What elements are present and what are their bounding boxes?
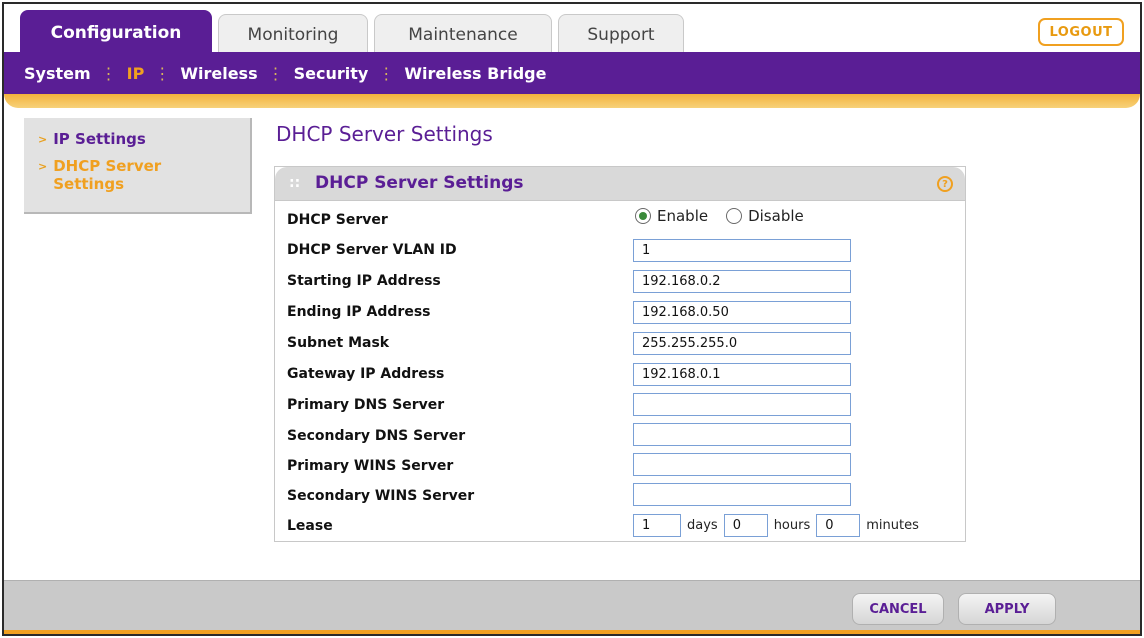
dhcp-settings-panel: :: DHCP Server Settings ? DHCP Server En… — [274, 166, 966, 542]
subnav-item-ip[interactable]: IP — [127, 64, 145, 83]
lease-hours-field[interactable] — [723, 514, 768, 537]
subnav-separator: ⋮ — [378, 63, 395, 83]
ending-ip-label: Ending IP Address — [287, 304, 431, 320]
starting-ip-field[interactable] — [633, 270, 851, 293]
tab-monitoring[interactable]: Monitoring — [218, 14, 368, 54]
lease-days-field[interactable] — [633, 514, 681, 537]
tab-configuration[interactable]: Configuration — [20, 10, 212, 54]
footer-accent-band — [4, 630, 1140, 634]
secondary-dns-label: Secondary DNS Server — [287, 428, 466, 444]
subnav-separator: ⋮ — [100, 63, 117, 83]
gateway-ip-label: Gateway IP Address — [287, 366, 445, 382]
panel-header: :: DHCP Server Settings ? — [275, 167, 965, 201]
grip-icon: :: — [289, 175, 301, 191]
cancel-button[interactable]: CANCEL — [852, 593, 944, 625]
subnet-mask-field[interactable] — [633, 332, 851, 355]
subnav-item-wireless-bridge[interactable]: Wireless Bridge — [404, 64, 546, 83]
help-icon[interactable]: ? — [937, 176, 953, 192]
sidebar-item-label: IP Settings — [53, 130, 146, 148]
starting-ip-label: Starting IP Address — [287, 273, 441, 289]
sidebar-item-ip-settings[interactable]: > IP Settings — [38, 130, 250, 149]
sidebar-item-label: DHCP Server Settings — [53, 157, 162, 193]
subnav-item-wireless[interactable]: Wireless — [180, 64, 257, 83]
secondary-wins-label: Secondary WINS Server — [287, 488, 475, 504]
sidebar-item-dhcp-server-settings[interactable]: > DHCP Server Settings — [38, 157, 250, 193]
gateway-ip-field[interactable] — [633, 363, 851, 386]
router-admin-window: Configuration Monitoring Maintenance Sup… — [2, 2, 1142, 636]
subnet-mask-label: Subnet Mask — [287, 335, 390, 351]
dhcp-server-radio-group: Enable Disable — [635, 207, 822, 225]
lease-inputs: days hours minutes — [633, 514, 925, 537]
panel-title: DHCP Server Settings — [315, 173, 524, 193]
tab-support[interactable]: Support — [558, 14, 684, 54]
primary-wins-field[interactable] — [633, 453, 851, 476]
subnav-item-system[interactable]: System — [24, 64, 91, 83]
primary-wins-label: Primary WINS Server — [287, 458, 454, 474]
lease-hours-unit: hours — [773, 518, 811, 533]
lease-minutes-unit: minutes — [866, 518, 919, 533]
enable-radio[interactable] — [635, 208, 651, 224]
lease-minutes-field[interactable] — [816, 514, 861, 537]
header-accent-band — [4, 94, 1140, 108]
chevron-right-icon: > — [38, 160, 48, 173]
disable-radio[interactable] — [726, 208, 743, 224]
radio-selected-dot — [639, 212, 647, 220]
lease-label: Lease — [287, 518, 333, 534]
lease-days-unit: days — [687, 518, 718, 533]
dhcp-server-label: DHCP Server — [287, 212, 388, 228]
action-bar: CANCEL APPLY — [4, 580, 1140, 634]
logout-button[interactable]: LOGOUT — [1038, 18, 1124, 46]
tab-maintenance[interactable]: Maintenance — [374, 14, 552, 54]
ending-ip-field[interactable] — [633, 301, 851, 324]
top-tab-bar: Configuration Monitoring Maintenance Sup… — [4, 4, 1140, 54]
apply-button[interactable]: APPLY — [958, 593, 1056, 625]
page-title: DHCP Server Settings — [276, 122, 493, 146]
sidebar: > IP Settings > DHCP Server Settings — [24, 118, 252, 214]
subnav-separator: ⋮ — [154, 63, 171, 83]
primary-dns-label: Primary DNS Server — [287, 397, 445, 413]
vlan-id-field[interactable] — [633, 239, 851, 262]
disable-radio-label: Disable — [748, 207, 804, 225]
subnav-separator: ⋮ — [267, 63, 284, 83]
secondary-wins-field[interactable] — [633, 483, 851, 506]
subnav-item-security[interactable]: Security — [294, 64, 369, 83]
secondary-dns-field[interactable] — [633, 423, 851, 446]
chevron-right-icon: > — [38, 133, 48, 146]
vlan-id-label: DHCP Server VLAN ID — [287, 242, 457, 258]
sub-navigation: System ⋮ IP ⋮ Wireless ⋮ Security ⋮ Wire… — [4, 52, 1140, 94]
enable-radio-label: Enable — [657, 207, 709, 225]
primary-dns-field[interactable] — [633, 393, 851, 416]
